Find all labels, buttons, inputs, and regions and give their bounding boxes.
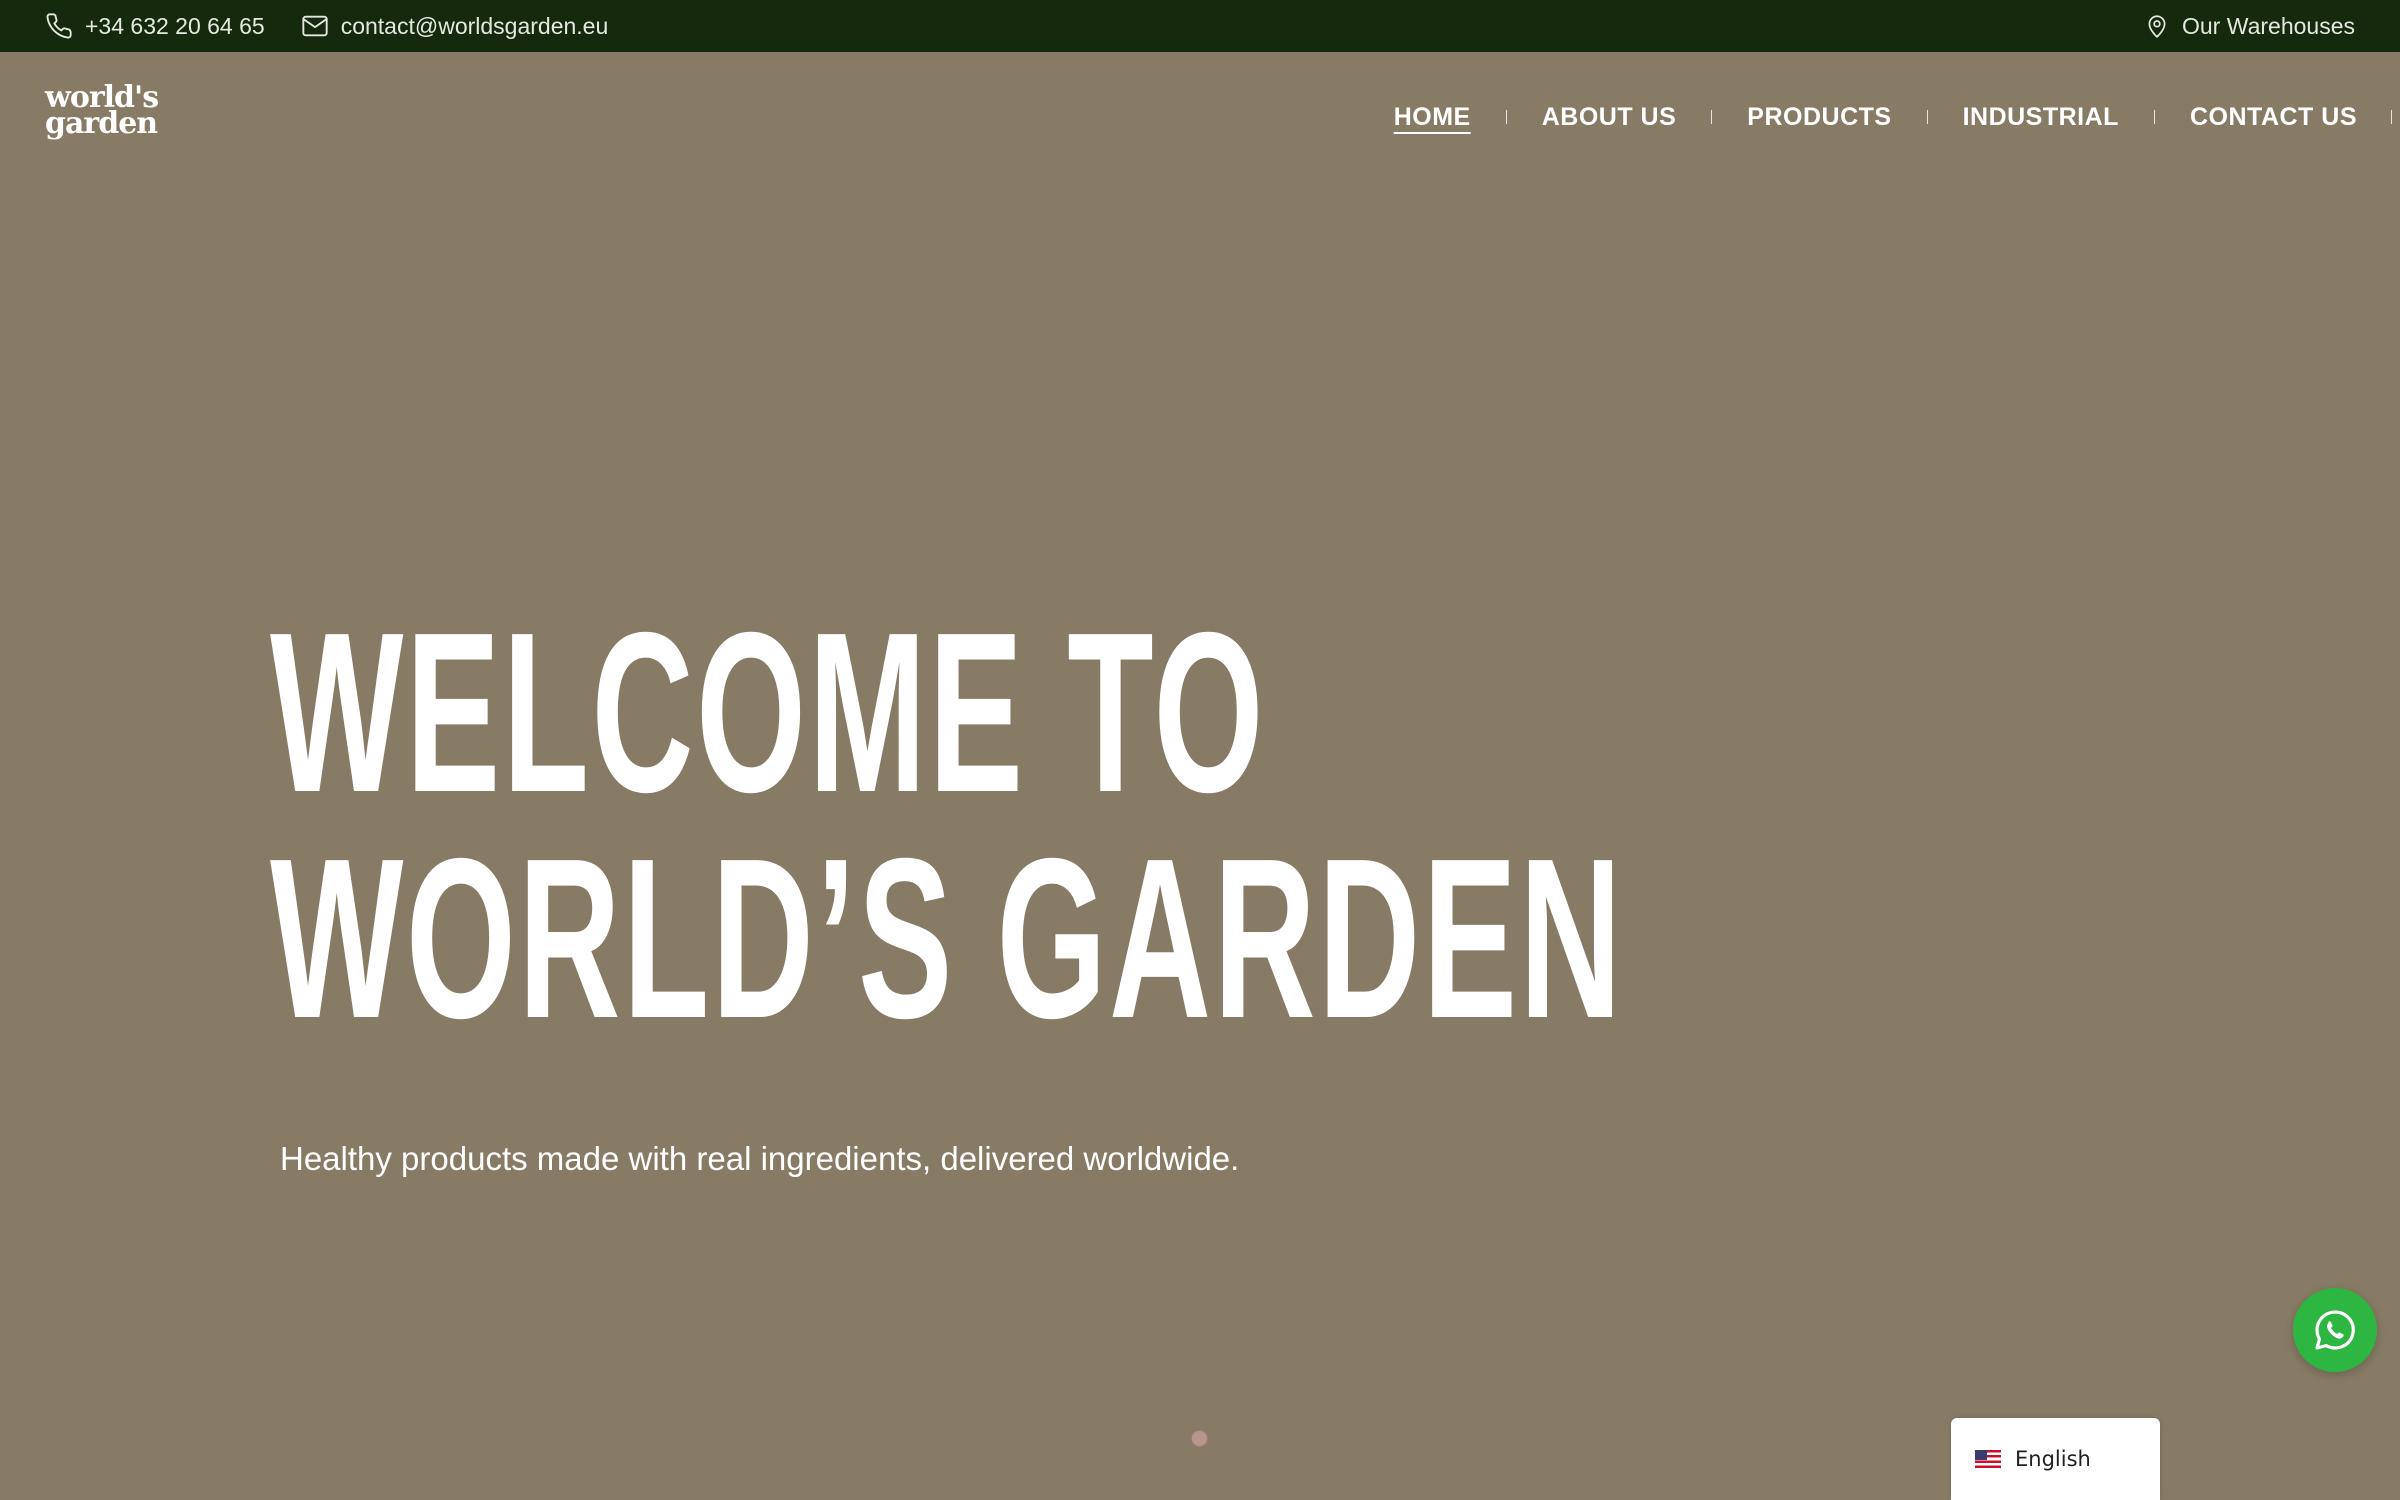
nav-divider: [2391, 110, 2392, 124]
nav-divider: [2153, 110, 2155, 124]
nav-contact-us[interactable]: CONTACT US: [2190, 103, 2357, 132]
site-logo[interactable]: world's garden: [45, 83, 159, 141]
nav-divider: [1505, 110, 1507, 124]
main-nav: HOME ABOUT US PRODUCTS INDUSTRIAL CONTAC…: [1394, 97, 2400, 137]
phone-link[interactable]: +34 632 20 64 65: [45, 12, 265, 40]
whatsapp-icon: [2315, 1310, 2355, 1350]
nav-divider: [1926, 110, 1928, 124]
warehouses-label: Our Warehouses: [2182, 12, 2355, 39]
site-header: world's garden HOME ABOUT US PRODUCTS IN…: [0, 52, 2400, 182]
logo-line-2: garden: [45, 106, 158, 141]
top-bar: +34 632 20 64 65 contact@worldsgarden.eu…: [0, 0, 2400, 52]
us-flag-icon: [1975, 1450, 2001, 1468]
email-link[interactable]: contact@worldsgarden.eu: [301, 12, 609, 40]
mail-icon: [302, 15, 328, 37]
email-address: contact@worldsgarden.eu: [340, 12, 609, 39]
location-pin-icon: [2148, 15, 2166, 38]
hero-title-line-1: WELCOME TO: [270, 586, 1266, 840]
nav-products[interactable]: PRODUCTS: [1747, 103, 1891, 132]
phone-number: +34 632 20 64 65: [85, 12, 265, 39]
nav-industrial[interactable]: INDUSTRIAL: [1963, 103, 2119, 132]
whatsapp-button[interactable]: [2293, 1288, 2377, 1372]
nav-divider: [1711, 110, 1713, 124]
nav-about-us[interactable]: ABOUT US: [1542, 103, 1677, 132]
language-label: English: [2015, 1447, 2091, 1471]
slider-dot[interactable]: [1191, 1430, 1208, 1447]
warehouses-link[interactable]: Our Warehouses: [2144, 12, 2355, 40]
hero-subtitle: Healthy products made with real ingredie…: [280, 1140, 1240, 1177]
hero-title-line-2: WORLD’S GARDEN: [270, 812, 1625, 1066]
language-selector[interactable]: English: [1951, 1418, 2160, 1500]
hero-title: WELCOME TO WORLD’S GARDEN: [270, 586, 1625, 1066]
phone-icon: [46, 13, 72, 39]
nav-home[interactable]: HOME: [1394, 103, 1471, 132]
